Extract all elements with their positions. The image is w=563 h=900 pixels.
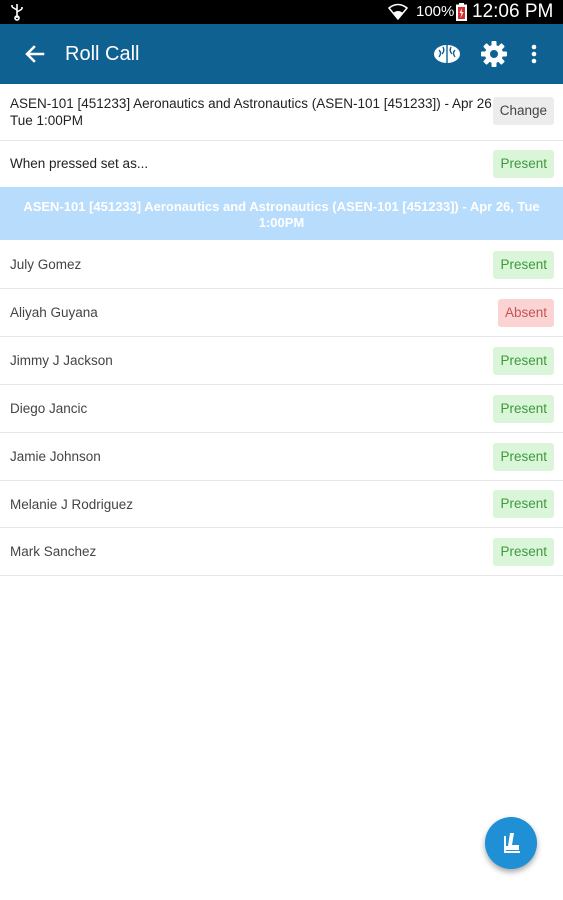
student-name: Aliyah Guyana [10,305,98,320]
seat-fab-button[interactable] [485,817,537,869]
session-banner-text: ASEN-101 [451233] Aeronautics and Astron… [23,199,540,230]
attendance-toggle[interactable]: Present [493,347,554,375]
student-name: Jamie Johnson [10,449,101,464]
student-row: Melanie J Rodriguez Present [0,481,563,528]
student-name: Jimmy J Jackson [10,353,113,368]
student-row: Diego Jancic Present [0,385,563,433]
attendance-toggle[interactable]: Present [493,395,554,423]
wifi-icon [388,3,408,21]
battery-percentage: 100% [416,3,455,20]
session-banner: ASEN-101 [451233] Aeronautics and Astron… [0,187,563,240]
battery-icon [456,3,467,21]
attendance-toggle[interactable]: Present [493,490,554,518]
status-bar: 100% 12:06 PM [0,0,563,24]
attendance-toggle[interactable]: Present [493,538,554,566]
default-status-toggle[interactable]: Present [493,150,554,178]
course-title: ASEN-101 [451233] Aeronautics and Astron… [10,96,496,128]
clock: 12:06 PM [472,1,554,22]
student-row: Jimmy J Jackson Present [0,337,563,385]
student-name: Diego Jancic [10,401,88,416]
student-name: Mark Sanchez [10,544,97,559]
attendance-toggle[interactable]: Present [493,251,554,279]
student-row: Jamie Johnson Present [0,433,563,481]
student-row: Aliyah Guyana Absent [0,289,563,337]
change-button[interactable]: Change [492,97,554,125]
gear-icon[interactable] [480,40,508,68]
brain-icon[interactable] [432,41,462,67]
usb-icon [11,4,23,21]
student-row: Mark Sanchez Present [0,528,563,576]
course-row: ASEN-101 [451233] Aeronautics and Astron… [0,84,563,141]
default-status-row: When pressed set as... Present [0,141,563,188]
seat-icon [504,833,520,853]
student-name: Melanie J Rodriguez [10,497,134,512]
default-status-label: When pressed set as... [10,156,149,171]
more-vert-icon[interactable] [524,40,544,68]
app-bar: Roll Call [0,24,563,84]
student-name: July Gomez [10,257,82,272]
page-title: Roll Call [65,43,140,65]
student-row: July Gomez Present [0,241,563,289]
attendance-toggle[interactable]: Present [493,443,554,471]
attendance-toggle[interactable]: Absent [497,299,554,327]
arrow-back-icon[interactable] [22,41,48,67]
